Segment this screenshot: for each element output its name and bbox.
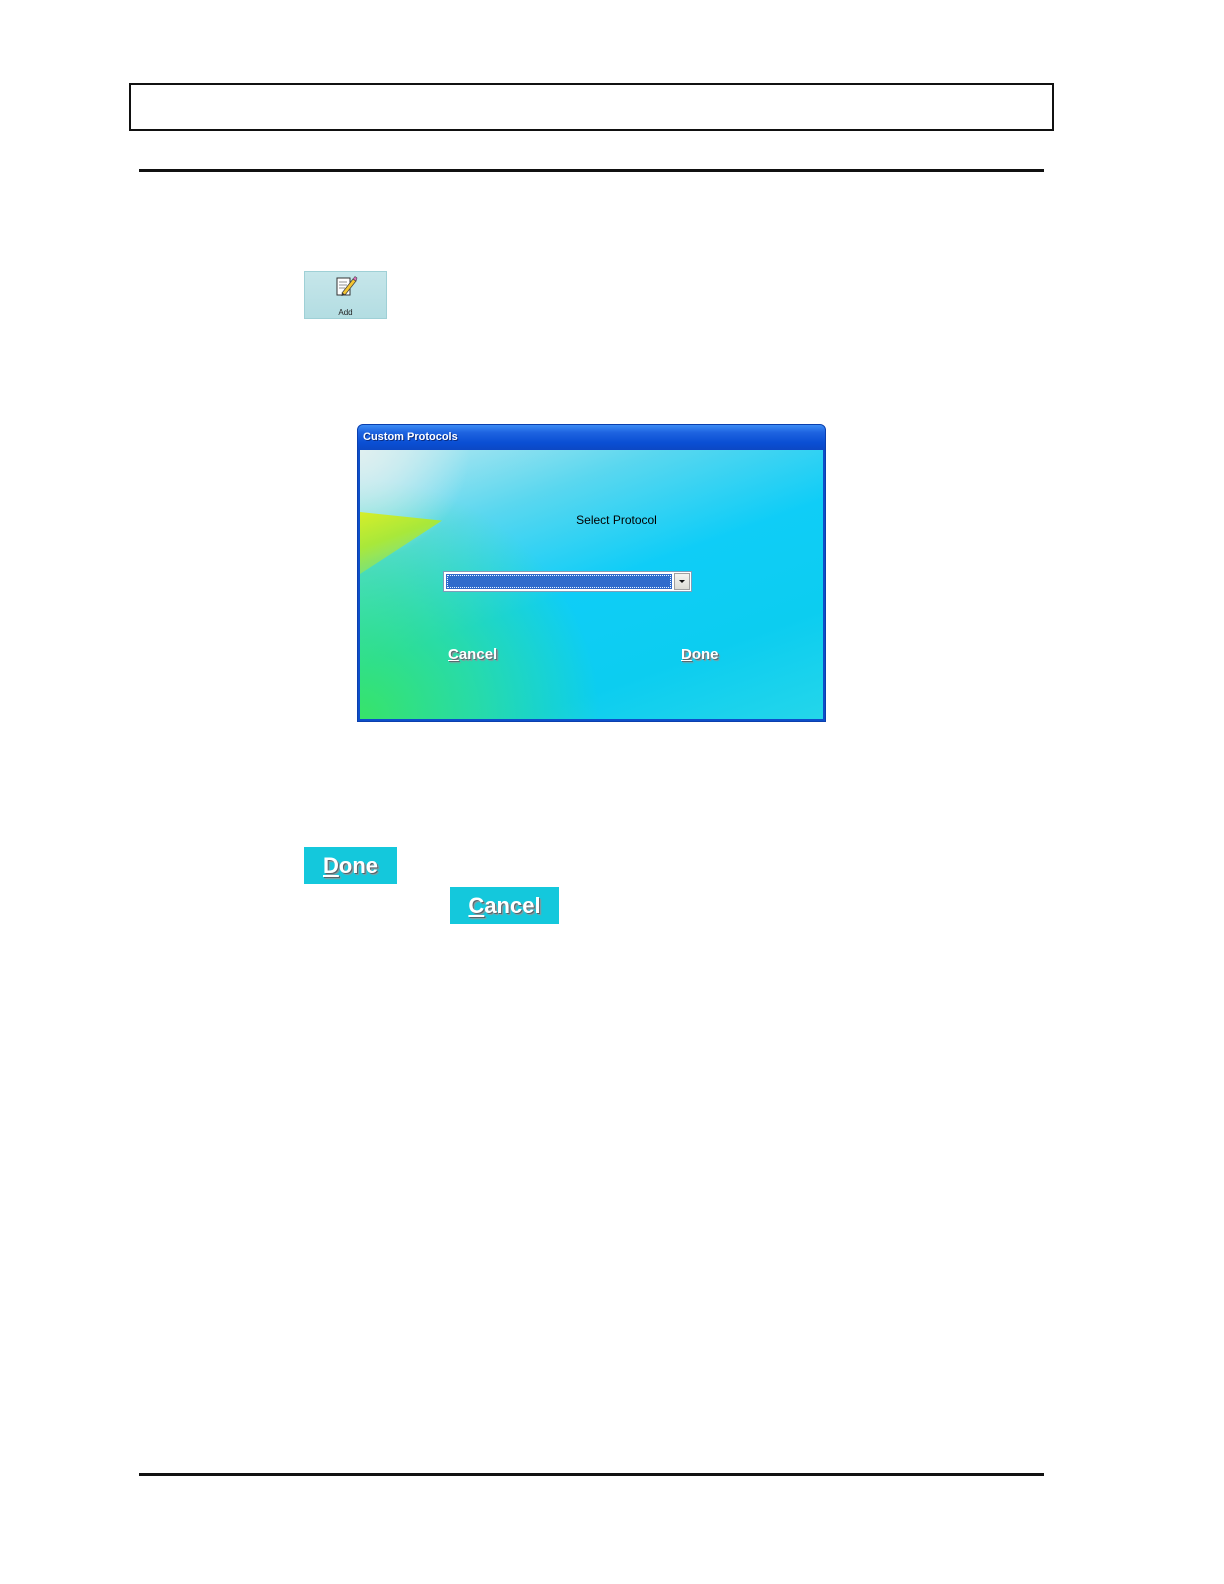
done-label-rest: one <box>691 646 719 663</box>
add-button-label: Add <box>338 308 353 317</box>
add-button[interactable]: Add <box>304 271 387 319</box>
dialog-title: Custom Protocols <box>363 431 458 443</box>
bottom-rule <box>139 1473 1044 1476</box>
dialog-client-area: Select Protocol Cancel Done <box>360 450 823 719</box>
done-button-label-rest: one <box>338 852 378 878</box>
done-button[interactable]: Done <box>304 847 397 884</box>
chevron-down-icon <box>679 580 685 583</box>
notepad-pencil-icon <box>336 276 358 296</box>
cancel-button-label-rest: ancel <box>484 892 541 918</box>
protocol-select-value <box>446 574 672 589</box>
cancel-button[interactable]: Cancel <box>450 887 559 924</box>
top-rule <box>139 169 1044 172</box>
dialog-titlebar[interactable]: Custom Protocols <box>358 425 825 450</box>
protocol-select[interactable] <box>443 571 692 592</box>
page-header-box <box>129 83 1054 131</box>
done-mnemonic: D <box>681 646 692 663</box>
select-protocol-label: Select Protocol <box>576 513 657 527</box>
dialog-cancel-button[interactable]: Cancel <box>448 646 497 663</box>
cancel-label-rest: ancel <box>458 646 498 663</box>
dialog-done-button[interactable]: Done <box>681 646 719 663</box>
cancel-button-mnemonic: C <box>468 892 485 918</box>
done-button-mnemonic: D <box>322 852 339 878</box>
custom-protocols-dialog: Custom Protocols Select Protocol Cancel … <box>357 424 826 722</box>
cancel-mnemonic: C <box>448 646 459 663</box>
dropdown-arrow-button[interactable] <box>674 573 690 590</box>
